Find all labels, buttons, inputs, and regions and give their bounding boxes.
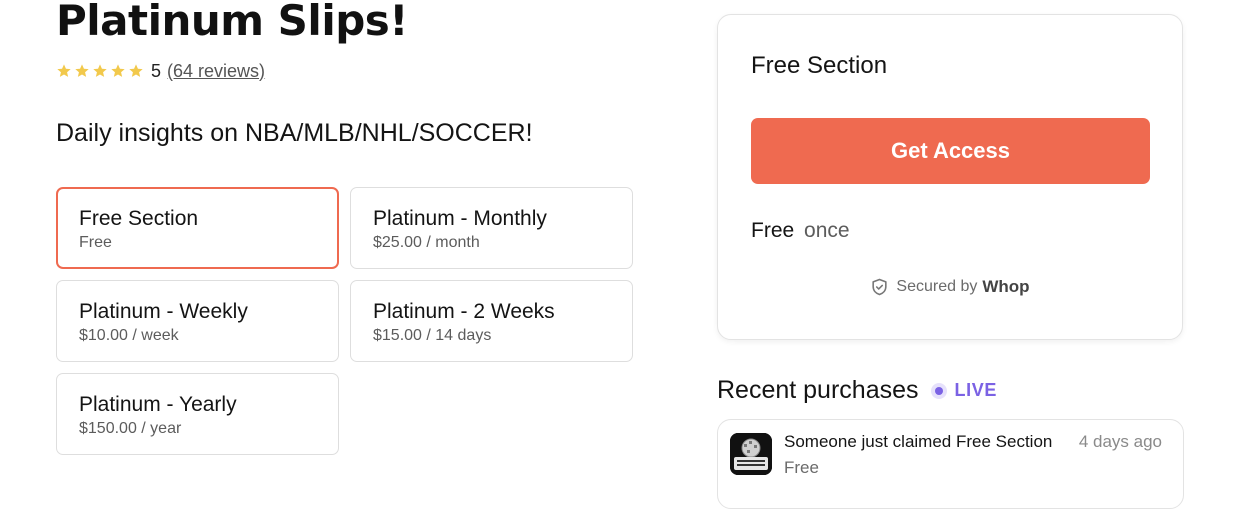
star-icon: [111, 64, 125, 77]
purchase-text: Someone just claimed Free Section: [784, 432, 1053, 451]
live-badge: LIVE: [954, 380, 997, 400]
plan-name: Platinum - 2 Weeks: [373, 300, 555, 323]
plan-price: $150.00 / year: [79, 420, 182, 437]
whop-brand: Whop: [982, 277, 1030, 296]
rating-row: 5 (64 reviews): [56, 60, 265, 82]
star-icon: [75, 64, 89, 77]
star-icon: [57, 64, 71, 77]
star-icon: [129, 64, 143, 77]
plan-price: $10.00 / week: [79, 327, 179, 344]
plan-price: Free: [79, 234, 112, 251]
recent-purchases-header: Recent purchases LIVE: [717, 376, 997, 405]
secured-by-whop: Secured by Whop: [718, 277, 1182, 297]
plan-option-platinum-weekly[interactable]: Platinum - Weekly $10.00 / week: [56, 280, 339, 362]
plan-option-platinum-2-weeks[interactable]: Platinum - 2 Weeks $15.00 / 14 days: [350, 280, 633, 362]
plan-name: Platinum - Yearly: [79, 393, 237, 416]
rating-stars: [56, 63, 144, 79]
price-period: once: [804, 219, 850, 242]
product-title: Platinum Slips!: [56, 0, 408, 45]
plan-name: Free Section: [79, 207, 199, 230]
shield-check-icon: [872, 278, 888, 296]
purchase-time: 4 days ago: [1078, 432, 1162, 451]
plan-price: $15.00 / 14 days: [373, 327, 492, 344]
checkout-card: Free Section Get Access Free once Secure…: [717, 14, 1183, 340]
product-tagline: Daily insights on NBA/MLB/NHL/SOCCER!: [56, 119, 533, 147]
rating-score: 5: [151, 60, 162, 81]
recent-purchases-title: Recent purchases: [717, 376, 919, 404]
get-access-button[interactable]: Get Access: [751, 118, 1150, 184]
plan-name: Platinum - Weekly: [79, 300, 248, 323]
purchase-price: Free: [784, 458, 819, 477]
plan-option-platinum-monthly[interactable]: Platinum - Monthly $25.00 / month: [350, 187, 633, 269]
plan-option-platinum-yearly[interactable]: Platinum - Yearly $150.00 / year: [56, 373, 339, 455]
secured-label: Secured by: [896, 278, 978, 295]
plan-option-free-section[interactable]: Free Section Free: [56, 187, 339, 269]
reviews-link[interactable]: (64 reviews): [167, 61, 265, 82]
star-icon: [93, 64, 107, 77]
checkout-title: Free Section: [751, 52, 888, 79]
platinum-slips-logo-icon: [730, 433, 772, 475]
checkout-price: Free once: [751, 219, 850, 243]
plan-name: Platinum - Monthly: [373, 207, 547, 230]
plan-price: $25.00 / month: [373, 234, 480, 251]
recent-purchase-item: Someone just claimed Free Section Free 4…: [717, 419, 1184, 509]
price-amount: Free: [751, 219, 795, 242]
live-dot-icon: [930, 382, 947, 399]
